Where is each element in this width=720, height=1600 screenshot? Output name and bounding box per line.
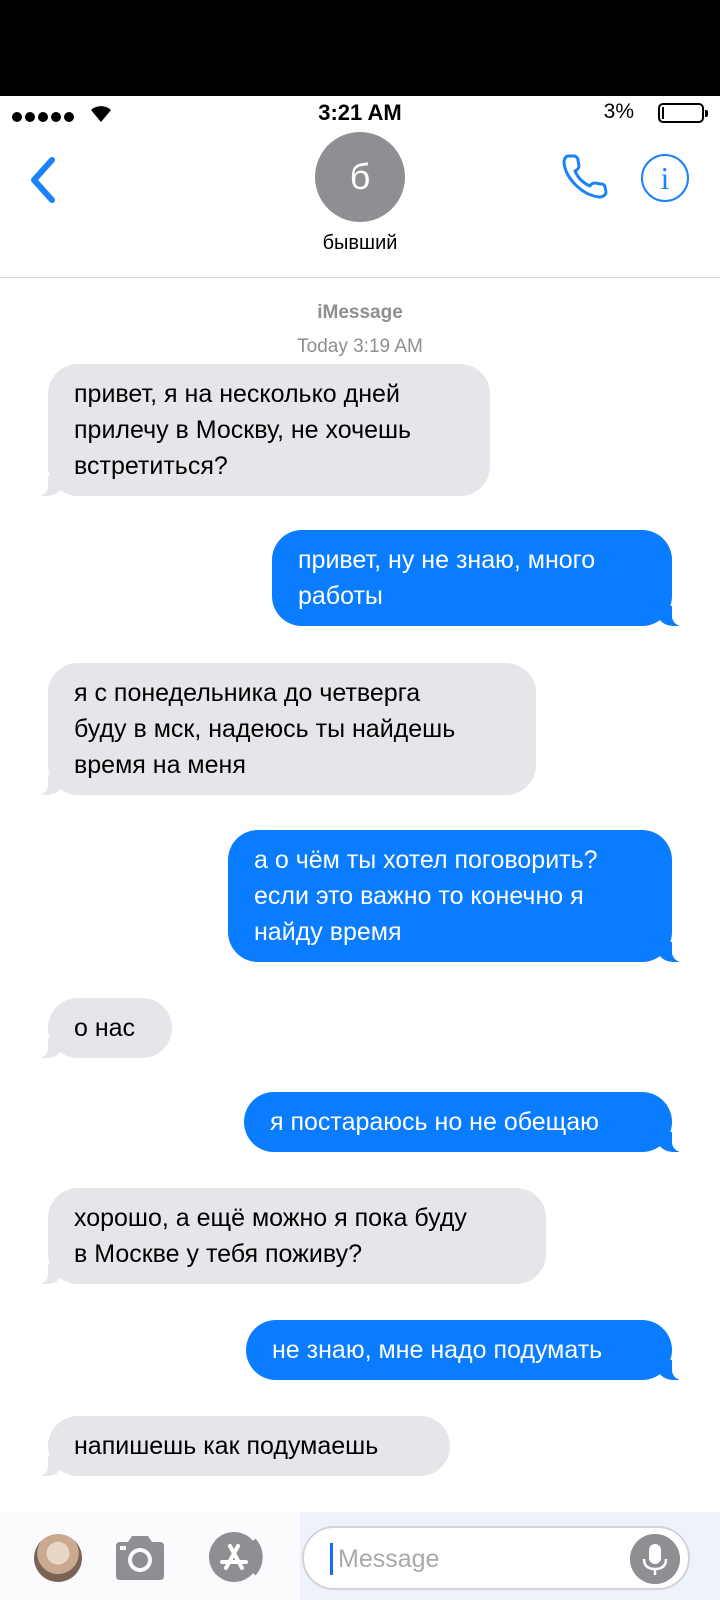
service-label: iMessage <box>317 302 403 323</box>
camera-icon[interactable] <box>112 1534 168 1582</box>
phone-icon[interactable] <box>560 150 612 202</box>
incoming-message-bubble[interactable]: напишешь как подумаешь <box>38 1416 450 1476</box>
text-caret <box>330 1543 333 1575</box>
contact-name[interactable]: бывший <box>0 232 720 255</box>
battery-icon <box>658 103 708 123</box>
top-black-band <box>0 0 720 96</box>
message-input-field[interactable] <box>302 1526 690 1590</box>
battery-level <box>662 107 664 119</box>
microphone-icon[interactable] <box>630 1534 680 1584</box>
outgoing-message-bubble[interactable]: привет, ну не знаю, много работы <box>272 530 682 626</box>
app-store-icon[interactable] <box>206 1532 268 1582</box>
conversation-timestamp: Today 3:19 AM <box>297 336 423 357</box>
outgoing-message-bubble[interactable]: а о чём ты хотел поговорить? если это ва… <box>228 830 682 962</box>
outgoing-message-bubble[interactable]: я постараюсь но не обещаю <box>244 1092 682 1152</box>
compose-bar <box>0 1512 720 1600</box>
incoming-message-bubble[interactable]: я с понедельника до четверга буду в мск,… <box>38 663 536 795</box>
memoji-avatar[interactable] <box>34 1534 82 1582</box>
message-input[interactable] <box>338 1540 618 1578</box>
info-icon[interactable]: i <box>641 154 689 202</box>
incoming-message-bubble[interactable]: о нас <box>38 998 172 1058</box>
incoming-message-bubble[interactable]: привет, я на несколько дней прилечу в Мо… <box>38 364 490 496</box>
back-chevron-icon[interactable] <box>24 152 64 208</box>
contact-avatar[interactable]: б <box>315 132 405 222</box>
status-bar: 3:21 AM 3% <box>0 96 720 132</box>
incoming-message-bubble[interactable]: хорошо, а ещё можно я пока буду в Москве… <box>38 1188 546 1284</box>
outgoing-message-bubble[interactable]: не знаю, мне надо подумать <box>246 1320 682 1380</box>
conversation-header: б бывший i <box>0 132 720 278</box>
battery-percent: 3% <box>603 100 634 123</box>
